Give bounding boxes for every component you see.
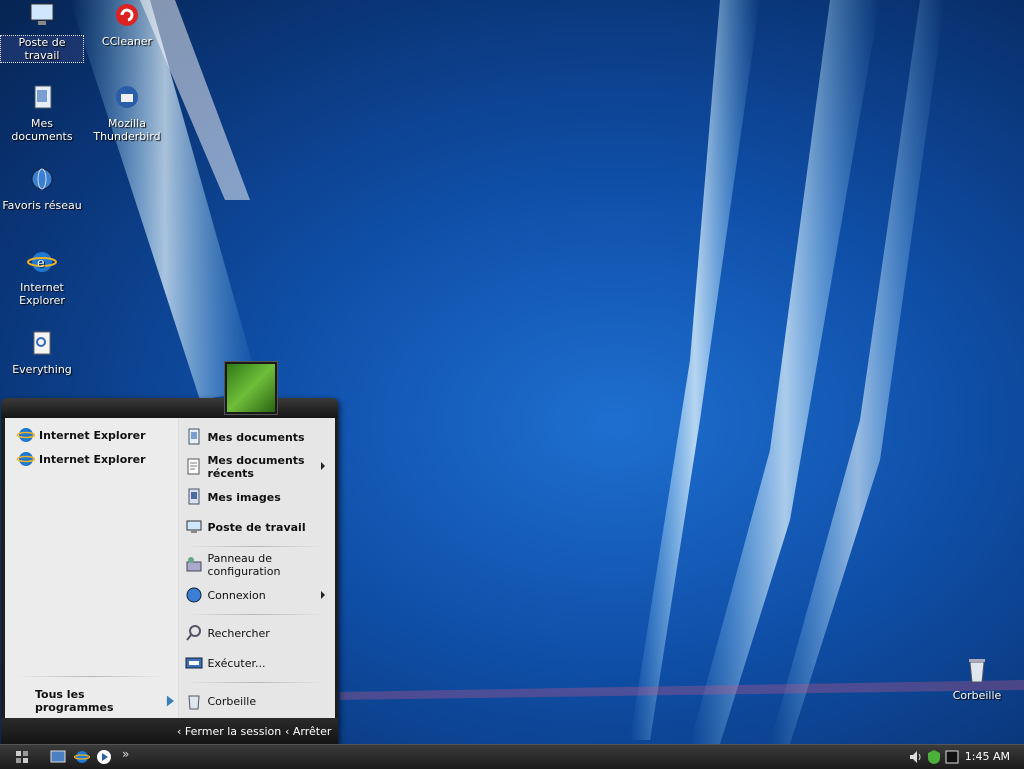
start-menu-header [1,398,338,418]
right-item-connexion[interactable]: Connexion [185,586,331,604]
desktop-icon-corbeille[interactable]: Corbeille [935,656,1019,702]
recent-documents-icon [187,458,200,475]
ccleaner-icon [116,4,138,26]
right-item-recent-documents[interactable]: Mes documents récents [185,454,331,480]
pinned-internet-explorer-2[interactable]: Internet Explorer [17,450,146,468]
desktop-icon-label: Poste de travail [0,35,84,63]
svg-text:e: e [37,256,45,271]
internet-explorer-icon [17,428,35,442]
documents-icon [188,428,200,445]
all-programs-button[interactable]: Tous les programmes [35,688,175,714]
desktop-icon-label: Mes documents [11,117,73,143]
desktop-icon-internet-explorer[interactable]: e Internet Explorer [0,248,84,307]
internet-explorer-icon: e [27,252,57,272]
computer-icon [186,520,202,533]
start-menu-footer: ‹ Fermer la session ‹ Arrêter [1,718,338,746]
desktop-icon-label: Internet Explorer [19,281,65,307]
computer-icon [30,3,54,25]
desktop-icon-label: Corbeille [952,689,1002,702]
clock[interactable]: 1:45 AM [965,750,1010,763]
desktop-icon-mes-documents[interactable]: Mes documents [0,84,84,143]
documents-folder-icon [34,85,52,109]
tray-app-icon[interactable] [944,749,960,765]
start-menu-left-pane: Internet Explorer Internet Explorer Tous… [5,418,179,718]
desktop-icon-poste-de-travail[interactable]: Poste de travail [0,2,84,63]
desktop-icon-label: Everything [12,363,72,376]
desktop-icon-everything[interactable]: Everything [0,330,84,376]
search-icon [186,625,202,641]
start-menu-right-pane: Mes documents Mes documents récents Mes … [178,418,335,718]
right-item-rechercher[interactable]: Rechercher [185,624,270,642]
right-item-executer[interactable]: Exécuter... [185,654,265,672]
right-item-panneau-de-configuration[interactable]: Panneau de configuration [185,552,325,578]
right-item-corbeille[interactable]: Corbeille [185,692,256,710]
thunderbird-icon [116,86,138,108]
right-item-mes-images[interactable]: Mes images [185,488,281,506]
show-desktop-icon[interactable] [50,749,66,765]
user-avatar [224,361,278,415]
volume-icon[interactable] [908,749,924,765]
network-globe-icon [31,168,53,190]
pinned-internet-explorer[interactable]: Internet Explorer [17,426,146,444]
desktop-icon-label: Mozilla Thunderbird [93,117,161,143]
security-shield-icon[interactable] [926,749,942,765]
desktop-icon-favoris-reseau[interactable]: Favoris réseau [0,166,84,212]
submenu-arrow-icon [321,591,326,599]
shutdown-button[interactable]: ‹ Arrêter [285,725,331,738]
taskbar: » 1:45 AM [0,744,1024,769]
internet-explorer-icon [17,452,35,466]
desktop-icon-ccleaner[interactable]: CCleaner [85,2,169,48]
right-item-mes-documents[interactable]: Mes documents [185,428,305,446]
everything-search-icon [33,331,51,355]
internet-explorer-icon[interactable] [74,749,90,765]
submenu-arrow-icon [321,462,326,470]
control-panel-icon [186,557,202,572]
right-item-poste-de-travail[interactable]: Poste de travail [185,518,306,536]
logoff-button[interactable]: ‹ Fermer la session [177,725,281,738]
media-player-icon[interactable] [96,749,112,765]
desktop-icon-label: Favoris réseau [2,199,82,212]
recycle-bin-icon [188,695,201,710]
pictures-icon [188,488,200,505]
green-arrow-icon [167,695,175,707]
start-button[interactable] [14,749,30,765]
start-menu: Internet Explorer Internet Explorer Tous… [1,398,338,746]
recycle-bin-icon [969,659,985,683]
network-globe-icon [186,587,202,603]
run-icon [185,657,203,669]
desktop-icon-thunderbird[interactable]: Mozilla Thunderbird [85,84,169,143]
quick-launch-more[interactable]: » [122,747,138,763]
desktop-icon-label: CCleaner [101,35,153,48]
